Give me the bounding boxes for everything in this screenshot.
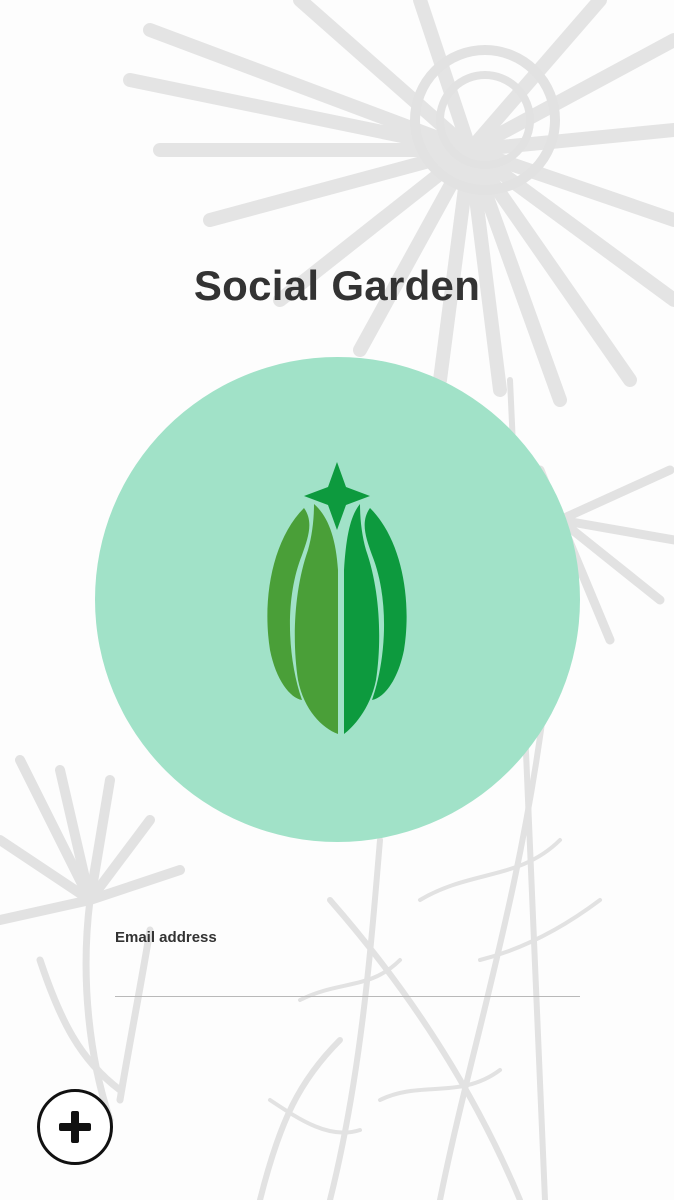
login-screen: Social Garden Email address — [0, 0, 674, 1200]
add-button[interactable] — [37, 1089, 113, 1165]
plus-icon — [59, 1111, 91, 1143]
email-label: Email address — [115, 929, 217, 946]
tulip-logo-icon — [267, 462, 407, 734]
email-input[interactable] — [115, 952, 580, 997]
app-title: Social Garden — [193, 262, 481, 309]
